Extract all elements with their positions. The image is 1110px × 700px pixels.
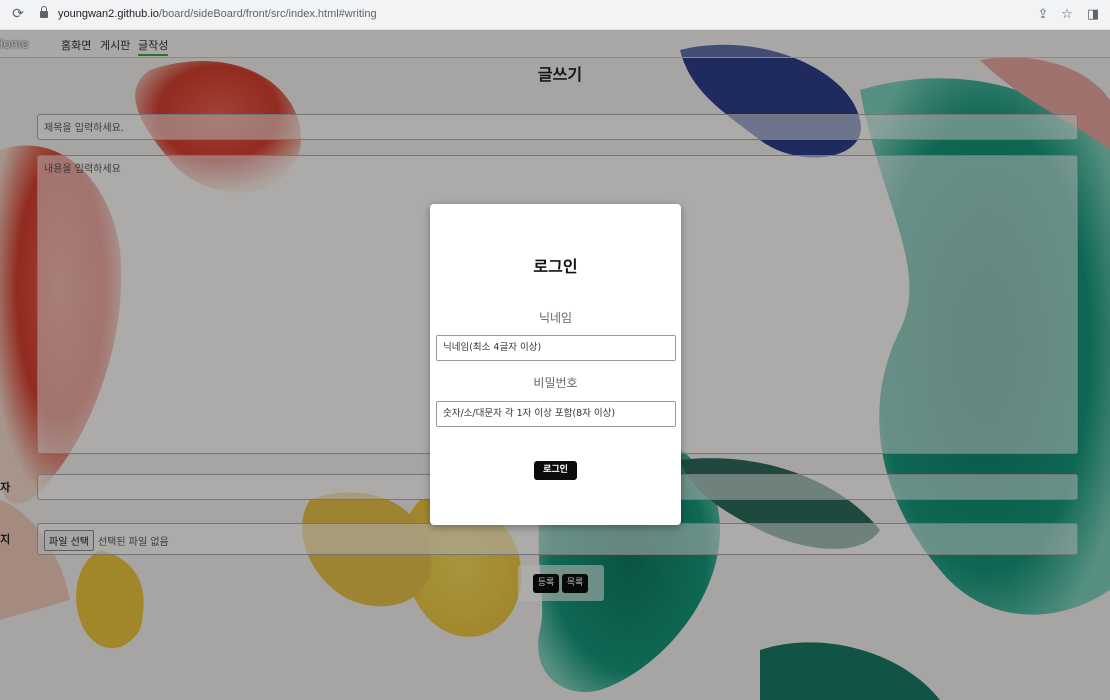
password-input[interactable]: 숫자/소/대문자 각 1자 이상 포함(8자 이상) <box>436 401 676 427</box>
sidepanel-icon[interactable]: ◨ <box>1086 8 1100 22</box>
address-bar[interactable]: youngwan2.github.io/board/sideBoard/fron… <box>58 8 377 20</box>
page: Home 홈화면 게시판 글작성 l 글쓰기 목 제목을 입력하세요. 용 내용… <box>0 30 1110 700</box>
star-icon[interactable]: ☆ <box>1060 8 1074 22</box>
share-icon[interactable]: ⇪ <box>1036 8 1050 22</box>
browser-toolbar: ⟳ youngwan2.github.io/board/sideBoard/fr… <box>0 0 1110 30</box>
login-modal: 로그인 닉네임 닉네임(최소 4글자 이상) 비밀번호 숫자/소/대문자 각 1… <box>430 204 681 525</box>
nickname-label: 닉네임 <box>538 311 573 325</box>
login-button[interactable]: 로그인 <box>534 461 577 480</box>
password-label: 비밀번호 <box>533 376 578 390</box>
url-host: youngwan2.github.io <box>58 8 159 20</box>
url-path: /board/sideBoard/front/src/index.html#wr… <box>158 8 377 20</box>
reload-icon[interactable]: ⟳ <box>10 6 26 22</box>
login-title: 로그인 <box>533 257 578 276</box>
nickname-placeholder: 닉네임(최소 4글자 이상) <box>443 342 542 353</box>
password-placeholder: 숫자/소/대문자 각 1자 이상 포함(8자 이상) <box>443 408 616 419</box>
lock-icon[interactable] <box>40 6 48 18</box>
nickname-input[interactable]: 닉네임(최소 4글자 이상) <box>436 335 676 361</box>
